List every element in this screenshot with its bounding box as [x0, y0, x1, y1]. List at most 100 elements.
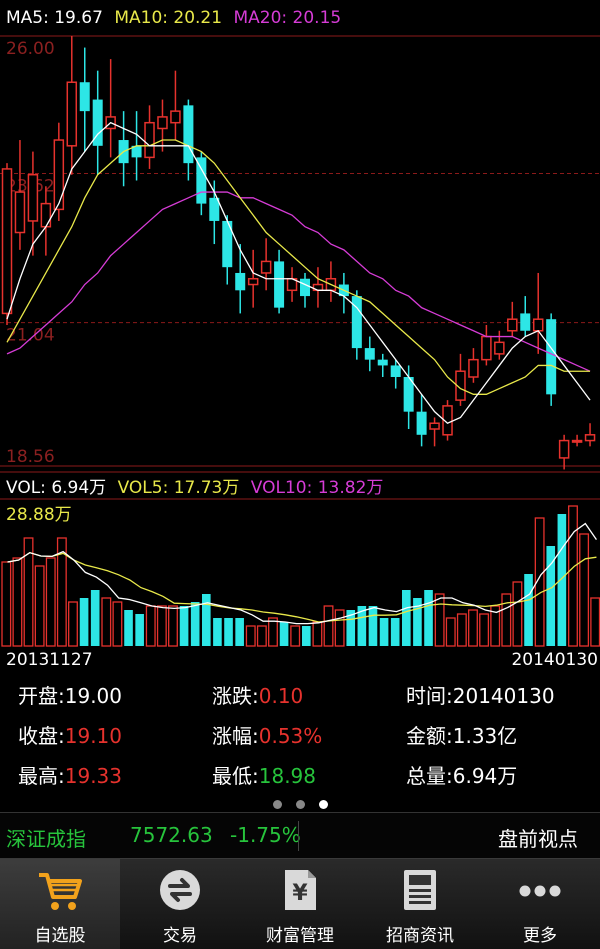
- premarket-view-link[interactable]: 盘前视点: [498, 823, 578, 852]
- ma5-label: MA5: 19.67: [6, 8, 103, 28]
- candle: [481, 324, 492, 366]
- volume-bar: [456, 613, 467, 647]
- index-change-pct: -1.75%: [230, 823, 301, 847]
- index-name: 深证成指: [6, 827, 86, 851]
- volume-bar: [202, 594, 211, 646]
- candle: [183, 99, 194, 181]
- volume-bar: [34, 565, 45, 647]
- tab-more[interactable]: 更多: [480, 859, 600, 949]
- newspaper-icon: [404, 870, 436, 910]
- change-value: 0.10: [258, 684, 304, 708]
- candle: [170, 70, 181, 141]
- shopping-cart-icon: [39, 873, 82, 910]
- close-value: 19.10: [64, 724, 123, 748]
- candle: [14, 140, 26, 250]
- candle: [494, 330, 505, 360]
- vol5-label: VOL5: 17.73万: [117, 478, 240, 498]
- candle: [403, 365, 414, 430]
- candle: [286, 267, 298, 302]
- candle: [312, 267, 324, 308]
- candle: [351, 290, 362, 360]
- ticker-divider: [298, 821, 299, 851]
- candle: [118, 111, 129, 187]
- price-axis-label: 21.04: [6, 326, 55, 346]
- page-dot-1[interactable]: [272, 800, 282, 809]
- volume-bar: [235, 618, 244, 646]
- volume-bar: [245, 625, 256, 647]
- candle: [247, 249, 259, 308]
- candle: [364, 336, 375, 372]
- candle: [584, 423, 596, 447]
- volume-bar: [101, 597, 112, 647]
- svg-text:¥: ¥: [292, 881, 308, 906]
- open-field: 开盘:19.00: [18, 684, 123, 708]
- candle: [338, 272, 349, 314]
- low-field: 最低:18.98: [212, 764, 317, 788]
- candle: [79, 47, 90, 152]
- volume-bar: [568, 505, 578, 647]
- candle: [558, 434, 570, 470]
- tab-news[interactable]: 招商资讯: [360, 859, 480, 949]
- tab-wealth[interactable]: ¥ 财富管理: [240, 859, 360, 949]
- volume-bar: [334, 609, 345, 647]
- index-ticker[interactable]: 深证成指 7572.63 -1.75% 盘前视点: [0, 812, 600, 859]
- volume-bar: [501, 593, 512, 647]
- ma20-label: MA20: 20.15: [233, 8, 342, 28]
- candle: [546, 313, 557, 406]
- tab-trade[interactable]: 交易: [120, 859, 240, 949]
- volume-bar: [379, 618, 389, 646]
- tab-wealth-label: 财富管理: [266, 926, 334, 946]
- volume-bar: [424, 590, 433, 646]
- volume-bar: [524, 574, 533, 646]
- tab-watchlist[interactable]: 自选股: [0, 859, 120, 949]
- volume-bar: [279, 622, 289, 646]
- volume-bar: [112, 601, 123, 647]
- candle: [429, 417, 440, 447]
- volume-bar: [468, 609, 478, 647]
- volume-bar: [1, 561, 12, 647]
- candle: [532, 272, 544, 354]
- volume-chart[interactable]: [0, 498, 600, 648]
- volume-bar: [135, 614, 144, 646]
- candle: [377, 353, 388, 377]
- candle: [222, 215, 233, 285]
- volume-bar: [579, 533, 590, 647]
- volume-bar: [512, 581, 523, 647]
- candle: [260, 238, 272, 291]
- volume-bar: [45, 557, 56, 647]
- candle: [571, 434, 583, 447]
- volume-bar: [268, 617, 278, 647]
- volume-bar: [68, 601, 78, 647]
- start-date: 20131127: [6, 650, 93, 670]
- candle: [157, 99, 168, 152]
- volume-value: 6.94万: [452, 764, 518, 788]
- volume-max-label: 28.88万: [6, 505, 72, 525]
- vol-label: VOL: 6.94万: [6, 478, 107, 498]
- time-field: 时间:20140130: [406, 684, 555, 708]
- page-dot-3-active[interactable]: [318, 800, 328, 809]
- volume-bar: [145, 605, 156, 647]
- candle: [274, 249, 285, 314]
- bottom-tab-bar: 自选股 交易 ¥ 财富管理 招商资讯 更多: [0, 858, 600, 949]
- index-price: 7572.63: [130, 823, 213, 847]
- vol10-label: VOL10: 13.82万: [250, 478, 384, 498]
- volume-bar: [224, 618, 233, 646]
- candle: [105, 59, 116, 158]
- candle: [325, 261, 337, 302]
- volume-bar: [168, 605, 178, 647]
- yuan-document-icon: ¥: [285, 870, 316, 910]
- quote-info-panel: 开盘:19.00 收盘:19.10 最高:19.33 涨跌:0.10 涨幅:0.…: [0, 672, 600, 790]
- ma5-line: [6, 121, 591, 424]
- candlestick-chart[interactable]: 26.0023.6221.0418.56: [0, 28, 600, 474]
- low-value: 18.98: [258, 764, 317, 788]
- page-indicator[interactable]: [0, 794, 600, 809]
- volume-bar: [445, 617, 456, 647]
- volume-bar: [390, 618, 400, 646]
- amount-value: 1.33亿: [452, 724, 518, 748]
- volume-bar: [323, 605, 334, 647]
- candle: [416, 394, 427, 447]
- volume-field: 总量:6.94万: [406, 764, 518, 788]
- page-dot-2[interactable]: [295, 800, 305, 809]
- candle: [1, 163, 13, 325]
- high-field: 最高:19.33: [18, 764, 123, 788]
